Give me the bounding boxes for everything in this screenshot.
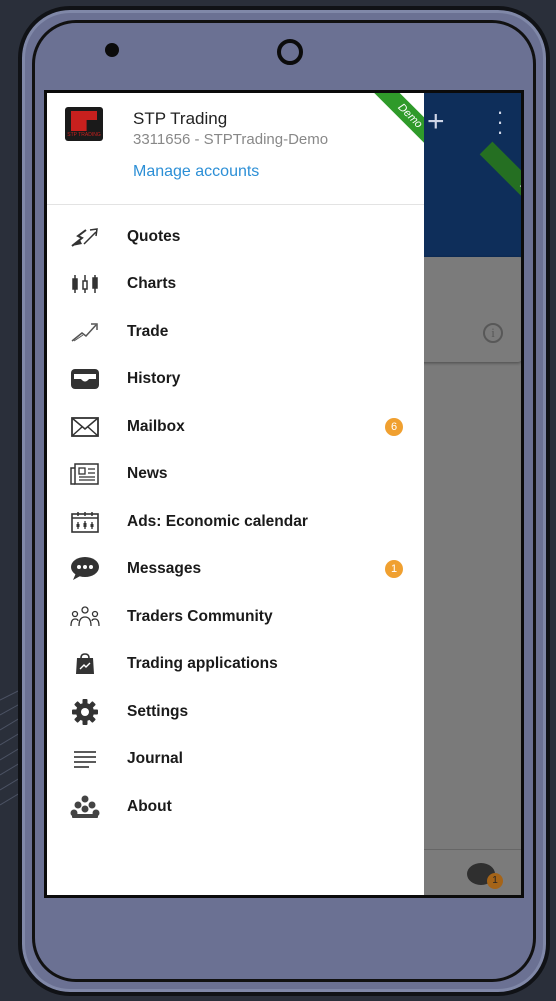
lines-icon [69, 746, 101, 772]
menu-item-about[interactable]: About [47, 783, 424, 831]
menu-item-history[interactable]: History [47, 356, 424, 404]
account-name: STP Trading [133, 109, 228, 128]
menu-item-label: Journal [127, 750, 183, 768]
menu-item-label: Traders Community [127, 607, 273, 625]
menu-item-label: Mailbox [127, 417, 185, 435]
menu-item-economic-calendar[interactable]: Ads: Economic calendar [47, 498, 424, 546]
menu-item-label: Trading applications [127, 655, 278, 673]
menu-item-label: Ads: Economic calendar [127, 512, 308, 530]
menu-item-label: About [127, 797, 172, 815]
front-camera [105, 43, 119, 57]
menu-item-label: History [127, 370, 181, 388]
menu-item-journal[interactable]: Journal [47, 736, 424, 784]
menu-item-label: Quotes [127, 227, 181, 245]
app-bag-icon [69, 651, 101, 677]
menu-item-messages[interactable]: Messages 1 [47, 546, 424, 594]
menu-item-mailbox[interactable]: Mailbox 6 [47, 403, 424, 451]
candlestick-icon [69, 271, 101, 297]
menu-item-quotes[interactable]: Quotes [47, 213, 424, 261]
envelope-icon [69, 414, 101, 440]
menu-item-label: News [127, 465, 168, 483]
menu-item-label: Trade [127, 322, 169, 340]
about-logo-icon [69, 794, 101, 820]
gear-icon [69, 698, 101, 725]
drawer-menu: Quotes Charts Trade History Mailbox 6 Ne… [47, 213, 424, 831]
chat-badge: 1 [487, 873, 503, 889]
manage-accounts-link[interactable]: Manage accounts [133, 163, 259, 181]
quotes-icon [69, 224, 101, 250]
menu-item-trading-applications[interactable]: Trading applications [47, 641, 424, 689]
menu-item-trade[interactable]: Trade [47, 308, 424, 356]
more-options-icon[interactable]: · · · [495, 101, 505, 143]
phone-sensor [277, 39, 303, 65]
community-icon [69, 604, 101, 630]
chat-bubble-icon [69, 556, 101, 582]
menu-item-label: Messages [127, 560, 202, 578]
navigation-drawer: STP TRADING STP Trading 3311656 - STPTra… [47, 93, 424, 895]
info-icon[interactable]: i [483, 323, 503, 343]
app-screen: + · · · Demo i 1 STP TRADING STP Trading 3… [44, 90, 524, 898]
broker-logo: STP TRADING [65, 107, 103, 141]
menu-item-news[interactable]: News [47, 451, 424, 499]
menu-item-label: Charts [127, 275, 177, 293]
account-number: 3311656 - STPTrading-Demo [133, 131, 329, 148]
messages-badge: 1 [385, 560, 403, 579]
phone-frame: + · · · Demo i 1 STP TRADING STP Trading 3… [18, 6, 550, 996]
mailbox-badge: 6 [385, 417, 403, 436]
menu-item-traders-community[interactable]: Traders Community [47, 593, 424, 641]
account-header: STP TRADING STP Trading 3311656 - STPTra… [47, 93, 424, 205]
inbox-tray-icon [69, 366, 101, 392]
menu-item-label: Settings [127, 702, 189, 720]
calendar-icon [69, 509, 101, 535]
menu-item-charts[interactable]: Charts [47, 261, 424, 309]
menu-item-settings[interactable]: Settings [47, 688, 424, 736]
add-icon[interactable]: + [427, 107, 445, 137]
trade-icon [69, 319, 101, 345]
newspaper-icon [69, 461, 101, 487]
